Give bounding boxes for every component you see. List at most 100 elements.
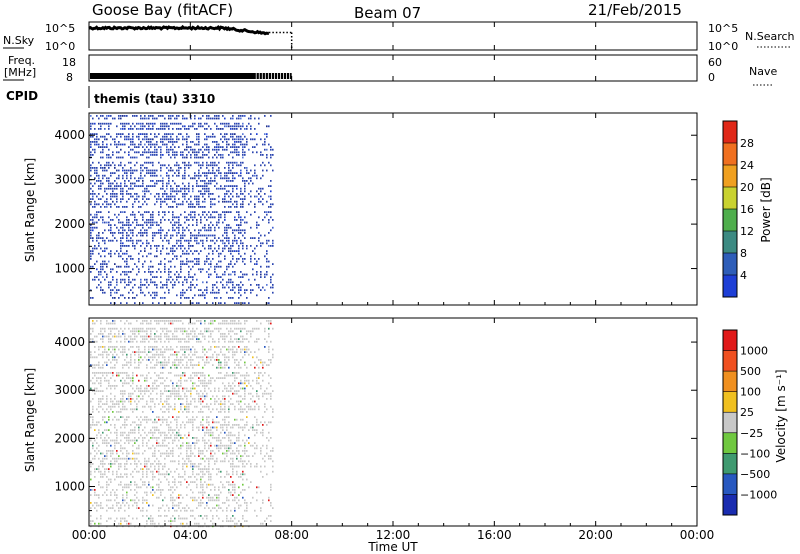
- range-cell: [152, 348, 154, 351]
- range-cell: [240, 135, 242, 138]
- range-cell: [138, 431, 140, 434]
- range-cell: [120, 122, 122, 125]
- range-cell: [144, 229, 146, 232]
- range-cell: [180, 237, 182, 239]
- range-cell: [142, 468, 144, 470]
- range-cell: [268, 245, 270, 247]
- range-cell: [150, 366, 152, 369]
- range-cell: [192, 219, 194, 221]
- range-cell: [110, 340, 112, 343]
- range-cell: [202, 483, 204, 486]
- range-cell: [262, 429, 264, 431]
- range-cell: [258, 348, 260, 351]
- range-cell: [164, 400, 166, 403]
- range-cell: [192, 284, 194, 286]
- range-cell: [208, 408, 210, 411]
- range-cell: [268, 206, 270, 208]
- range-cell: [94, 476, 96, 478]
- range-cell: [174, 265, 176, 268]
- range-cell: [176, 187, 178, 190]
- range-cell: [202, 333, 204, 335]
- range-cell: [204, 382, 206, 385]
- range-cell: [148, 405, 150, 408]
- range-cell: [256, 224, 258, 226]
- range-cell: [250, 169, 252, 172]
- range-cell: [152, 431, 154, 434]
- range-cell: [242, 177, 244, 180]
- range-cell: [128, 187, 130, 190]
- range-cell: [244, 377, 246, 379]
- range-cell: [152, 143, 154, 146]
- range-cell: [204, 364, 206, 366]
- range-cell: [150, 431, 152, 434]
- range-cell: [176, 390, 178, 392]
- range-cell: [260, 322, 262, 325]
- range-cell: [142, 398, 144, 400]
- range-cell: [128, 439, 130, 442]
- range-cell: [166, 182, 168, 185]
- range-cell: [228, 395, 230, 398]
- range-cell: [106, 421, 108, 424]
- range-cell: [232, 255, 234, 258]
- range-cell: [100, 247, 102, 250]
- range-cell: [170, 122, 172, 125]
- range-cell: [156, 387, 158, 390]
- range-cell: [128, 374, 130, 377]
- range-cell: [240, 289, 242, 291]
- range-cell: [122, 122, 124, 125]
- range-cell: [126, 424, 128, 426]
- range-cell: [254, 442, 256, 444]
- range-cell: [92, 320, 94, 322]
- range-cell: [226, 335, 228, 338]
- range-cell: [214, 452, 216, 455]
- range-cell: [92, 442, 94, 444]
- range-cell: [266, 444, 268, 447]
- range-cell: [186, 379, 188, 382]
- range-cell: [230, 211, 232, 213]
- range-cell: [236, 135, 238, 138]
- range-cell: [184, 198, 186, 200]
- range-cell: [216, 169, 218, 172]
- range-cell: [124, 483, 126, 486]
- range-cell: [270, 115, 272, 117]
- range-cell: [130, 229, 132, 232]
- range-cell: [228, 211, 230, 213]
- range-cell: [256, 245, 258, 247]
- range-cell: [122, 392, 124, 395]
- range-cell: [100, 473, 102, 476]
- range-cell: [232, 297, 234, 299]
- range-cell: [154, 405, 156, 408]
- range-cell: [116, 346, 118, 348]
- range-cell: [208, 387, 210, 390]
- range-cell: [216, 265, 218, 268]
- range-cell: [184, 478, 186, 481]
- range-cell: [256, 190, 258, 193]
- range-cell: [136, 239, 138, 242]
- range-cell: [166, 338, 168, 340]
- range-cell: [264, 141, 266, 143]
- range-cell: [158, 444, 160, 447]
- range-cell: [98, 483, 100, 486]
- range-cell: [180, 481, 182, 483]
- range-cell: [188, 265, 190, 268]
- range-cell: [92, 408, 94, 411]
- range-cell: [264, 216, 266, 219]
- range-cell: [210, 473, 212, 476]
- range-cell: [268, 348, 270, 351]
- range-cell: [124, 135, 126, 138]
- range-cell: [210, 431, 212, 434]
- range-cell: [110, 361, 112, 364]
- range-cell: [208, 172, 210, 174]
- range-cell: [218, 403, 220, 405]
- range-cell: [228, 278, 230, 281]
- range-cell: [96, 216, 98, 219]
- range-cell: [156, 284, 158, 286]
- range-cell: [186, 400, 188, 403]
- range-cell: [224, 255, 226, 258]
- range-cell: [132, 297, 134, 299]
- range-cell: [144, 232, 146, 234]
- range-cell: [168, 359, 170, 361]
- range-cell: [164, 258, 166, 260]
- range-cell: [190, 286, 192, 289]
- range-cell: [212, 156, 214, 159]
